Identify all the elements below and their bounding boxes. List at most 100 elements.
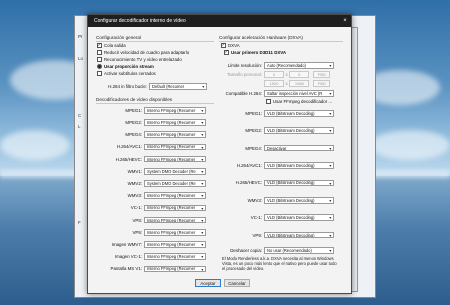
chevron-down-icon: ▼	[200, 255, 204, 260]
decoder-select[interactable]: Interno FFmpeg (Recomer ▼	[144, 192, 206, 199]
h264-loop-filter-select[interactable]: Default (Recomer ▼	[149, 83, 207, 90]
decoder-select[interactable]: VLD (Bitstream Decoding) ▼	[264, 127, 334, 134]
chevron-down-icon: ▼	[328, 64, 332, 68]
decoder-select[interactable]: Interno FFmpeg (Recomer ▼	[144, 107, 206, 114]
checkbox-label: DXVA	[228, 43, 240, 48]
decoder-select[interactable]: System DMO Decoder (Re ▼	[144, 180, 206, 187]
select-value: Interno FFmpeg (Recomer	[147, 205, 196, 211]
decoder-select[interactable]: VLD (Bitstream Decoding) ▼	[264, 162, 334, 169]
decoder-row: MPEG2: Interno FFmpeg (Recomer ▼	[96, 119, 206, 126]
deshacer-row: Deshacer copia: No usar (Recomendado) ▼	[219, 247, 334, 254]
decoder-select[interactable]: Interno FFmpeg (Recomer ▼	[144, 229, 206, 236]
decoder-select[interactable]: VLD (Bitstream Decoding) ▼	[264, 214, 334, 221]
h264-loop-filter-row: H.264 in filtro bucle: Default (Recomer …	[96, 83, 207, 90]
select-value: No usar (Recomendado)	[267, 247, 312, 253]
decoder-label: MPEG4:	[245, 145, 262, 151]
d3d11-dxva-checkbox[interactable]: ✓ Usar primero D3D11 DXVA	[224, 50, 286, 55]
checkbox-label: Activar subtítulos cerrados	[104, 71, 156, 76]
closed-captions-checkbox[interactable]: Activar subtítulos cerrados	[97, 71, 156, 76]
chevron-down-icon: ▼	[328, 181, 332, 186]
chevron-down-icon: ▼	[200, 206, 204, 211]
decoder-select[interactable]: VLD (Bitstream Decoding) ▼	[264, 231, 334, 239]
chevron-down-icon: ▼	[200, 109, 204, 113]
select-value: Interno FFmpeg (Recomer	[147, 132, 196, 138]
general-settings-header: Configuración general	[96, 35, 141, 40]
background-window-label: C	[78, 113, 82, 118]
decoder-select[interactable]: VLD (Bitstream Decoding) ▼	[264, 197, 334, 204]
decoder-row: MPEG2: VLD (Bitstream Decoding) ▼	[219, 127, 334, 134]
background-window-label: Lo	[78, 56, 83, 61]
decoder-row: VP9: VLD (Bitstream Decoding) ▼	[219, 231, 334, 239]
res-width-field[interactable]: 1920	[264, 80, 284, 87]
chevron-down-icon: ▼	[200, 121, 204, 126]
chevron-down-icon: ▼	[200, 267, 204, 272]
checkbox-checked: ✓	[221, 42, 226, 48]
decoder-label: VC-1:	[250, 215, 262, 221]
chevron-down-icon: ▼	[200, 218, 204, 223]
dialog-body: Configuración general ✓ Cola salida Redu…	[88, 27, 351, 293]
ffmpeg-decoder-checkbox[interactable]: Usar FFmpeg decodificador ...	[266, 99, 332, 104]
res-height-field[interactable]: 1088	[289, 80, 310, 87]
select-value: VLD (Bitstream Decoding)	[267, 180, 315, 186]
fbd-button[interactable]: FBD	[313, 71, 331, 78]
reduce-framerate-checkbox[interactable]: Reducir velocidad de cuadro para adaptar…	[97, 50, 189, 55]
select-value: Saltar inspección nivel AVC (R	[267, 90, 323, 96]
chevron-down-icon: ▼	[200, 133, 204, 138]
custom-size-row-2: 1920 x 1088 FBD	[219, 80, 331, 87]
decoder-select[interactable]: Interno FFmpeg (Recomer ▼	[144, 216, 206, 224]
h264-compat-label: Compatible H.264:	[225, 90, 262, 96]
custom-height-field[interactable]: 0	[289, 71, 310, 78]
decoder-select[interactable]: Interno FFmpeg (Recomer ▼	[144, 155, 206, 163]
decoder-select[interactable]: VLD (Bitstream Decoding) ▼	[264, 110, 334, 117]
decoder-row: H.265/HEVC: VLD (Bitstream Decoding) ▼	[219, 179, 334, 187]
divider	[219, 41, 343, 42]
cancel-button[interactable]: Cancelar	[224, 279, 250, 287]
dxva-checkbox[interactable]: ✓ DXVA	[221, 43, 240, 48]
decoder-select[interactable]: Interno FFmpeg (Recomer ▼	[144, 204, 206, 212]
chevron-down-icon: ▼	[328, 216, 332, 221]
checkbox-label: Cola salida	[104, 43, 126, 48]
decoder-select[interactable]: Interno FFmpeg (Recomer ▼	[144, 241, 206, 248]
decoder-select[interactable]: Interno FFmpeg (Recomer ▼	[144, 143, 206, 151]
decoder-row: H.264/AVC1: Interno FFmpeg (Recomer ▼	[96, 143, 206, 151]
decoder-select[interactable]: Interno FFmpeg (Recomer ▼	[144, 253, 206, 260]
decoder-label: WMV2:	[127, 180, 142, 186]
tv-interlace-checkbox[interactable]: Reconocimiento TV y vídeo entrelazado	[97, 57, 182, 62]
close-icon[interactable]: ×	[339, 18, 351, 24]
select-value: VLD (Bitstream Decoding)	[267, 197, 315, 203]
checkbox-unchecked	[97, 50, 102, 55]
select-value: Interno FFmpeg (Recomer	[147, 254, 196, 260]
h264-loop-filter-label: H.264 in filtro bucle:	[108, 83, 147, 89]
h264-compat-select[interactable]: Saltar inspección nivel AVC (R ▼	[264, 90, 334, 97]
chevron-down-icon: ▼	[200, 231, 204, 235]
decoder-select[interactable]: Interno FFmpeg (Recomer ▼	[144, 119, 206, 126]
select-value: Interno FFmpeg (Recomer	[147, 229, 196, 235]
decoder-label: MPEG1:	[245, 110, 262, 116]
select-value: Desactivar	[267, 145, 287, 151]
decoder-select[interactable]: VLD (Bitstream Decoding) ▼	[264, 179, 334, 187]
decoder-row: WMV3: Interno FFmpeg (Recomer ▼	[96, 192, 206, 199]
decoder-config-dialog: Configurar decodificador interno de víde…	[87, 14, 352, 294]
accept-button[interactable]: Aceptar	[195, 279, 221, 287]
checkbox-checked: ✓	[224, 49, 229, 55]
dialog-titlebar: Configurar decodificador interno de víde…	[88, 15, 351, 27]
decoder-select[interactable]: Interno FFmpeg (Recomer ▼	[144, 131, 206, 138]
chevron-down-icon: ▼	[200, 157, 204, 162]
resolution-limit-select[interactable]: Auto (Recomendado) ▼	[264, 62, 334, 69]
select-value: VLD (Bitstream Decoding)	[267, 232, 315, 238]
decoder-row: VC-1: VLD (Bitstream Decoding) ▼	[219, 214, 334, 221]
output-queue-checkbox[interactable]: ✓ Cola salida	[97, 43, 126, 48]
decoder-select[interactable]: Interno FFmpeg (Recomer ▼	[144, 265, 206, 273]
decoder-label: Imagen WMV7:	[111, 241, 142, 247]
select-value: Interno FFmpeg (Recomer	[147, 144, 196, 150]
deshacer-select[interactable]: No usar (Recomendado) ▼	[264, 247, 334, 254]
decoder-select[interactable]: System DMO Decoder (Re ▼	[144, 168, 206, 175]
custom-width-field[interactable]: 0	[264, 71, 284, 78]
decoder-select[interactable]: Desactivar ▼	[264, 144, 334, 152]
fbd-button[interactable]: FBD	[313, 80, 331, 87]
decoder-label: Pantalla MS V1:	[110, 266, 142, 272]
resolution-limit-label: Límite resolución:	[227, 62, 262, 68]
background-window-label: F	[78, 220, 81, 225]
stream-aspect-radio[interactable]: Usar proporción stream	[97, 64, 154, 69]
decoder-label: MPEG1:	[125, 107, 142, 113]
